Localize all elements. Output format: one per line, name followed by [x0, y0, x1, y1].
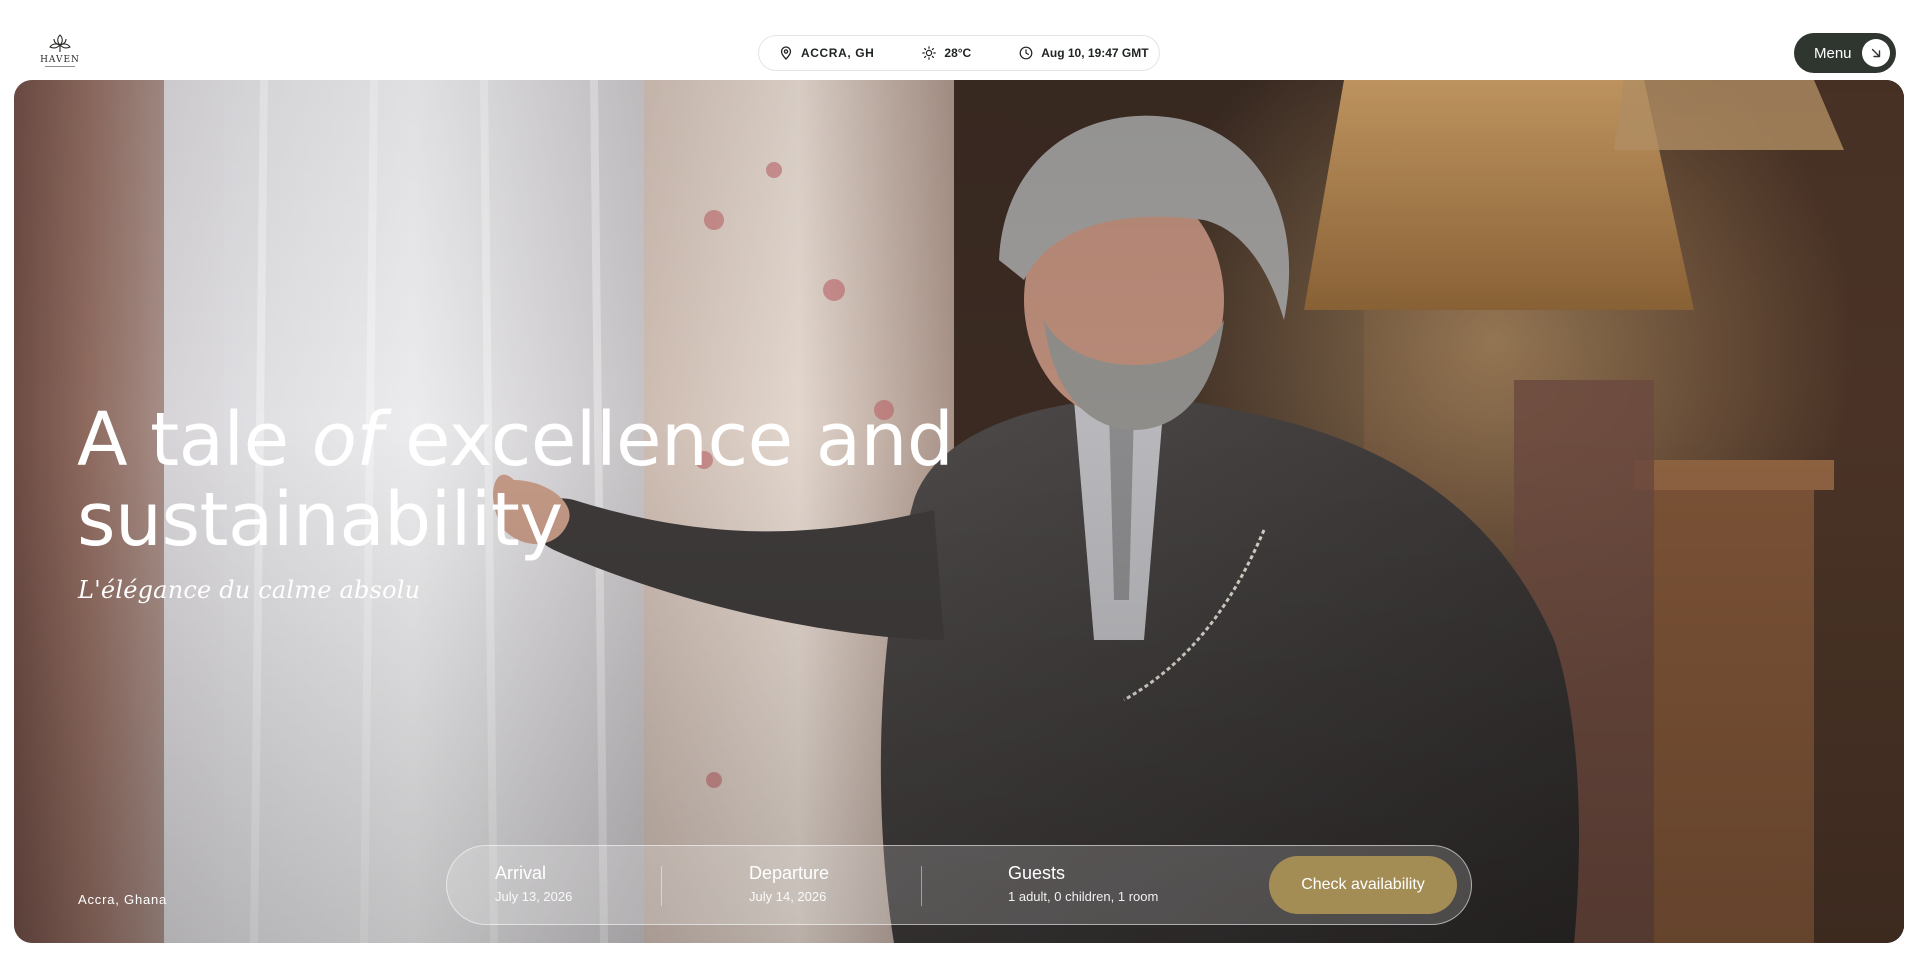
location-text: ACCRA, GH [801, 46, 875, 60]
sun-icon [922, 46, 937, 60]
divider [661, 866, 662, 906]
arrival-label: Arrival [495, 863, 547, 883]
hero-title: A tale of excellence and sustainability [77, 400, 977, 560]
location-info: ACCRA, GH [779, 46, 874, 60]
arrival-field[interactable]: Arrival July 13, 2026 [495, 862, 572, 907]
hero-tagline: L'élégance du calme absolu [78, 576, 421, 604]
divider [921, 866, 922, 906]
menu-label: Menu [1814, 44, 1852, 62]
departure-label: Departure [749, 863, 830, 883]
brand-name: HAVEN [40, 55, 80, 65]
check-availability-button[interactable]: Check availability [1269, 856, 1457, 914]
datetime-text: Aug 10, 19:47 GMT [1041, 46, 1149, 60]
time-info: Aug 10, 19:47 GMT [1019, 46, 1149, 60]
booking-bar: Arrival July 13, 2026 Departure July 14,… [446, 845, 1472, 925]
temperature-text: 28°C [944, 46, 972, 60]
top-bar: HAVEN ACCRA, GH 28°C Aug 10, 19:47 GMT M… [0, 0, 1918, 80]
hero-title-part1: A tale [77, 397, 312, 483]
arrow-down-right-icon [1862, 39, 1890, 67]
info-pill: ACCRA, GH 28°C Aug 10, 19:47 GMT [758, 35, 1160, 71]
departure-value: July 14, 2026 [749, 889, 827, 904]
departure-field[interactable]: Departure July 14, 2026 [749, 862, 829, 907]
guests-value: 1 adult, 0 children, 1 room [1008, 889, 1159, 904]
flower-logo-icon [49, 34, 71, 52]
weather-info: 28°C [922, 46, 971, 60]
hero-section: A tale of excellence and sustainability … [14, 80, 1904, 943]
map-pin-icon [780, 46, 792, 60]
haven-logo[interactable]: HAVEN [36, 32, 84, 72]
logo-underline [45, 66, 75, 68]
menu-button[interactable]: Menu [1794, 33, 1896, 73]
guests-label: Guests [1008, 863, 1066, 883]
clock-icon [1019, 46, 1033, 60]
hero-title-italic: of [311, 397, 383, 483]
hero-location: Accra, Ghana [78, 892, 168, 907]
guests-field[interactable]: Guests 1 adult, 0 children, 1 room [1008, 862, 1158, 907]
arrival-value: July 13, 2026 [495, 889, 573, 904]
